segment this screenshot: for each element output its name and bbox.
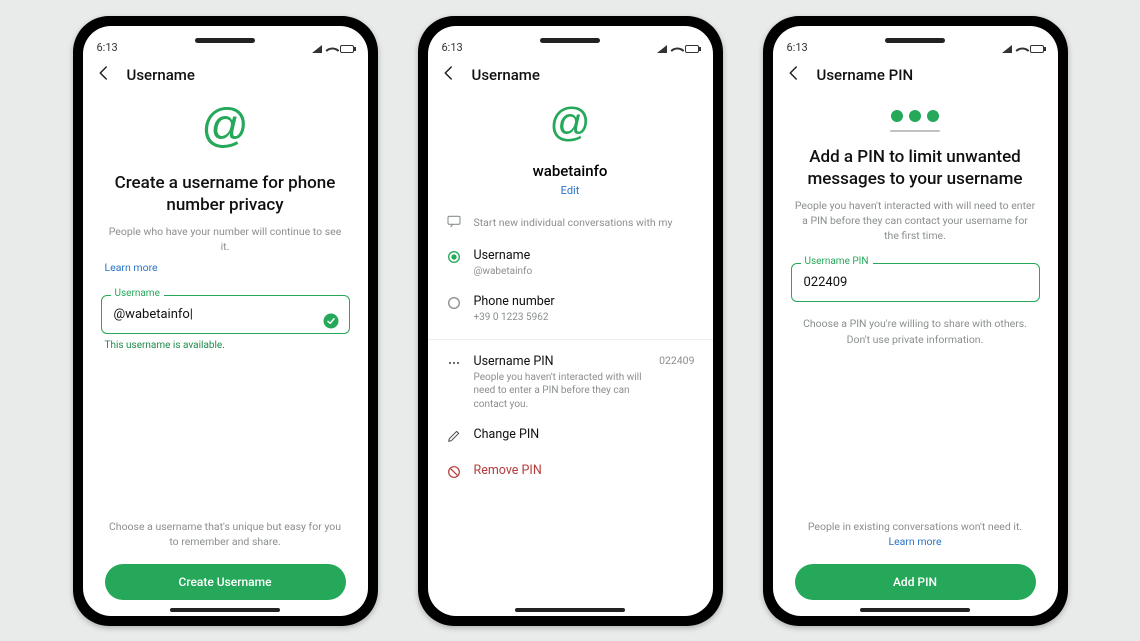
page-title: Create a username for phone number priva… [107, 172, 344, 216]
page-title: Add a PIN to limit unwanted messages to … [797, 146, 1034, 190]
pin-underline [890, 130, 940, 132]
phone-frame-3: 6:13 Username PIN Add a PIN to limit unw… [763, 16, 1068, 626]
check-icon [322, 312, 340, 334]
pin-helper-2: Don't use private information. [847, 333, 984, 346]
username-input[interactable]: @wabetainfo| [101, 295, 350, 334]
remove-icon [446, 463, 462, 483]
battery-icon [340, 45, 354, 53]
appbar-title: Username PIN [817, 66, 914, 84]
at-icon: @ [446, 96, 695, 158]
username-input-value: @wabetainfo| [114, 307, 193, 322]
option-phone[interactable]: Phone number +39 0 1223 5962 [446, 286, 695, 333]
back-arrow-icon[interactable] [440, 64, 458, 86]
signal-icon [657, 45, 667, 53]
change-pin-row[interactable]: Change PIN [446, 419, 695, 455]
screen1-content: @ Create a username for phone number pri… [83, 96, 368, 616]
learn-more-link[interactable]: Learn more [888, 535, 941, 548]
status-indicators [657, 44, 699, 54]
pin-helper-1: Choose a PIN you're willing to share wit… [803, 317, 1027, 330]
appbar-title: Username [127, 66, 195, 84]
section-label-text: Start new individual conversations with … [474, 216, 673, 229]
status-indicators [1002, 44, 1044, 54]
app-bar: Username PIN [773, 56, 1058, 96]
footnote: Choose a username that's unique but easy… [109, 519, 342, 549]
create-username-button[interactable]: Create Username [105, 564, 346, 600]
signal-icon [312, 45, 322, 53]
add-pin-button[interactable]: Add PIN [795, 564, 1036, 600]
screen-1: 6:13 Username @ Create a username for ph… [83, 26, 368, 616]
screen-2: 6:13 Username @ wabetainfo Edit [428, 26, 713, 616]
pin-input-value: 022409 [804, 275, 848, 290]
signal-icon [1002, 45, 1012, 53]
username-pin-row[interactable]: Username PIN People you haven't interact… [446, 346, 695, 420]
pin-icon [446, 354, 462, 374]
svg-text:@: @ [549, 100, 590, 145]
appbar-title: Username [472, 66, 540, 84]
pin-helper: Choose a PIN you're willing to share wit… [799, 316, 1032, 346]
at-icon: @ [101, 96, 350, 166]
app-bar: Username [428, 56, 713, 96]
edit-link[interactable]: Edit [446, 184, 695, 197]
username-helper: This username is available. [101, 340, 350, 351]
option-username[interactable]: Username @wabetainfo [446, 240, 695, 287]
username-field-wrap: Username @wabetainfo| This username is a… [101, 295, 350, 351]
status-indicators [312, 44, 354, 54]
battery-icon [1030, 45, 1044, 53]
pencil-icon [446, 427, 462, 447]
phone-frame-1: 6:13 Username @ Create a username for ph… [73, 16, 378, 626]
screen3-content: Add a PIN to limit unwanted messages to … [773, 96, 1058, 616]
status-time: 6:13 [97, 41, 118, 54]
radio-unselected-icon [446, 294, 462, 314]
radio-selected-icon [446, 248, 462, 268]
display-name: wabetainfo [446, 162, 695, 180]
remove-pin-row[interactable]: Remove PIN [446, 455, 695, 491]
option-phone-title: Phone number [474, 294, 695, 309]
pin-dots-icon [791, 96, 1040, 130]
battery-icon [685, 45, 699, 53]
app-bar: Username [83, 56, 368, 96]
back-arrow-icon[interactable] [95, 64, 113, 86]
footnote-text: People in existing conversations won't n… [808, 520, 1022, 533]
phone-frame-2: 6:13 Username @ wabetainfo Edit [418, 16, 723, 626]
page-subtitle: People you haven't interacted with will … [795, 198, 1036, 244]
pin-row-value: 022409 [659, 354, 694, 367]
option-phone-sub: +39 0 1223 5962 [474, 311, 695, 325]
username-field-label: Username [111, 288, 164, 299]
screen2-content: @ wabetainfo Edit Start new individual c… [428, 96, 713, 616]
chat-icon [446, 213, 462, 232]
status-time: 6:13 [442, 41, 463, 54]
pin-row-title: Username PIN [474, 354, 648, 369]
learn-more-link[interactable]: Learn more [105, 261, 158, 274]
option-username-sub: @wabetainfo [474, 265, 695, 279]
footnote: People in existing conversations won't n… [799, 519, 1032, 549]
phone-homebar [515, 608, 625, 612]
phone-speaker [195, 38, 255, 43]
screen-3: 6:13 Username PIN Add a PIN to limit unw… [773, 26, 1058, 616]
subtitle-text: People who have your number will continu… [109, 225, 342, 253]
divider [428, 339, 713, 340]
section-label: Start new individual conversations with … [446, 213, 695, 232]
option-username-title: Username [474, 248, 695, 263]
phone-homebar [170, 608, 280, 612]
phone-speaker [885, 38, 945, 43]
page-subtitle: People who have your number will continu… [105, 224, 346, 254]
remove-pin-title: Remove PIN [474, 463, 695, 478]
status-time: 6:13 [787, 41, 808, 54]
pin-row-sub: People you haven't interacted with will … [474, 371, 648, 412]
pin-field-label: Username PIN [801, 256, 873, 267]
phone-homebar [860, 608, 970, 612]
back-arrow-icon[interactable] [785, 64, 803, 86]
learn-more-row: Learn more [105, 260, 346, 275]
svg-text:@: @ [201, 100, 249, 152]
pin-field-wrap: Username PIN 022409 [791, 263, 1040, 302]
phone-speaker [540, 38, 600, 43]
change-pin-title: Change PIN [474, 427, 695, 442]
pin-input[interactable]: 022409 [791, 263, 1040, 302]
